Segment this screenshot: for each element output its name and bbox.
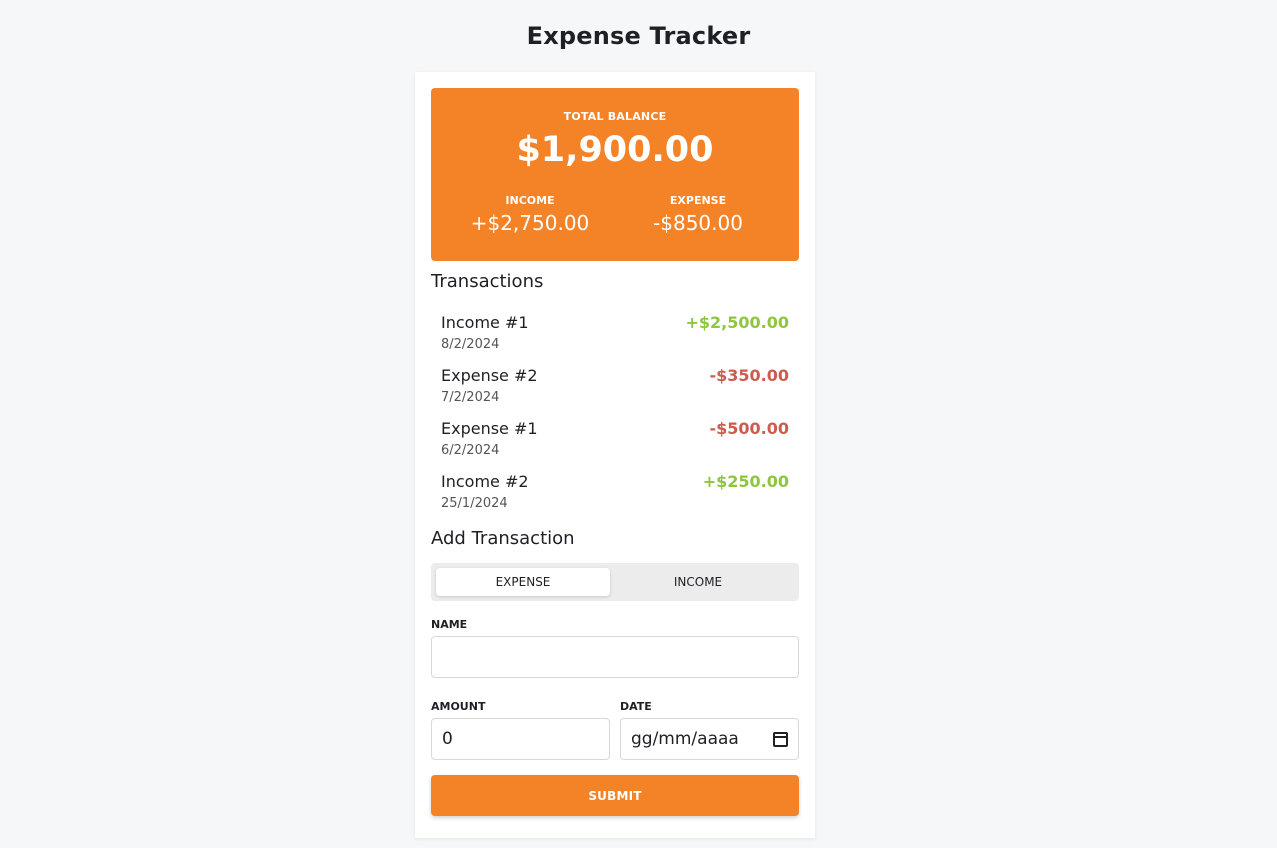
calendar-icon[interactable]: [773, 731, 788, 747]
type-toggle: EXPENSE INCOME: [431, 563, 799, 601]
transaction-name: Income #1: [441, 313, 529, 332]
balance-panel: TOTAL BALANCE $1,900.00 INCOME +$2,750.0…: [431, 88, 799, 261]
expense-toggle-button[interactable]: EXPENSE: [436, 568, 610, 596]
transaction-name: Income #2: [441, 472, 529, 491]
transaction-date: 25/1/2024: [441, 496, 508, 511]
transaction-amount: +$250.00: [702, 472, 789, 491]
submit-button[interactable]: SUBMIT: [431, 775, 799, 816]
total-balance-amount: $1,900.00: [516, 130, 714, 170]
tracker-card: TOTAL BALANCE $1,900.00 INCOME +$2,750.0…: [415, 72, 815, 838]
transaction-amount: -$350.00: [709, 366, 789, 385]
expense-value: -$850.00: [653, 211, 743, 235]
transaction-name: Expense #1: [441, 419, 538, 438]
date-placeholder: gg/mm/aaaa: [631, 729, 739, 749]
expense-label: EXPENSE: [669, 194, 727, 207]
income-summary: INCOME +$2,750.00: [438, 194, 622, 235]
amount-label: AMOUNT: [431, 700, 486, 713]
date-label: DATE: [620, 700, 652, 713]
income-label: INCOME: [505, 194, 555, 207]
transaction-date: 6/2/2024: [441, 443, 500, 458]
page-title: Expense Tracker: [526, 22, 751, 50]
list-item[interactable]: Expense #1 6/2/2024 -$500.00: [431, 419, 799, 472]
income-value: +$2,750.00: [470, 211, 590, 235]
name-input[interactable]: [431, 636, 799, 678]
add-transaction-title: Add Transaction: [431, 528, 575, 549]
transaction-date: 7/2/2024: [441, 390, 500, 405]
transaction-amount: -$500.00: [709, 419, 789, 438]
list-item[interactable]: Income #2 25/1/2024 +$250.00: [431, 472, 799, 525]
expense-summary: EXPENSE -$850.00: [606, 194, 790, 235]
transaction-date: 8/2/2024: [441, 337, 500, 352]
date-input[interactable]: gg/mm/aaaa: [620, 718, 799, 760]
list-item[interactable]: Expense #2 7/2/2024 -$350.00: [431, 366, 799, 419]
transaction-amount: +$2,500.00: [685, 313, 790, 332]
list-item[interactable]: Income #1 8/2/2024 +$2,500.00: [431, 313, 799, 366]
total-balance-label: TOTAL BALANCE: [563, 110, 667, 123]
transactions-list: Income #1 8/2/2024 +$2,500.00 Expense #2…: [431, 313, 799, 525]
transactions-title: Transactions: [431, 271, 544, 292]
transaction-name: Expense #2: [441, 366, 538, 385]
amount-input[interactable]: 0: [431, 718, 610, 760]
income-toggle-button[interactable]: INCOME: [611, 568, 785, 596]
name-label: NAME: [431, 618, 468, 631]
